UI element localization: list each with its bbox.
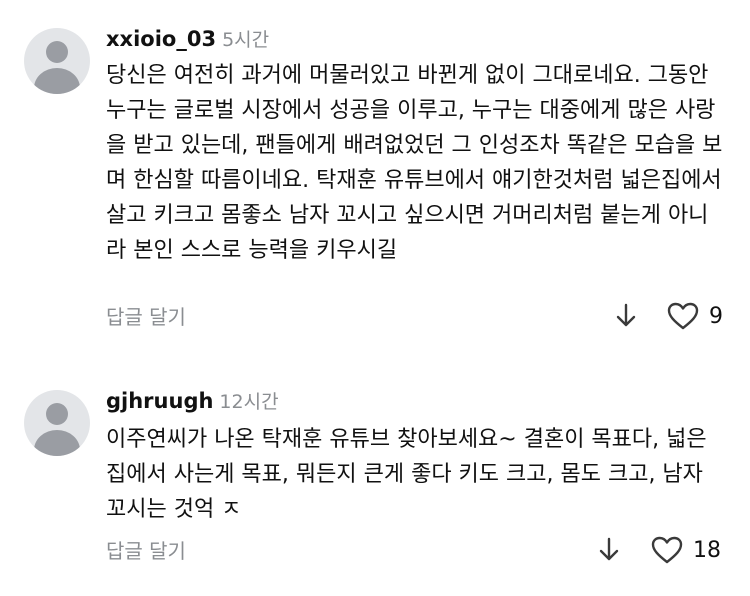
heart-icon[interactable] xyxy=(650,535,684,565)
comment-time: 5시간 xyxy=(222,29,270,51)
arrow-down-icon[interactable] xyxy=(613,301,639,331)
arrow-down-icon[interactable] xyxy=(596,535,622,565)
avatar-head xyxy=(46,403,68,425)
reply-button[interactable]: 답글 달기 xyxy=(106,536,186,566)
heart-icon[interactable] xyxy=(666,301,700,331)
reply-button[interactable]: 답글 달기 xyxy=(106,302,186,332)
comment-meta: gjhruugh 12시간 xyxy=(106,386,279,416)
avatar[interactable] xyxy=(24,390,90,456)
comment-item: gjhruugh 12시간 이주연씨가 나온 탁재훈 유튜브 찾아보세요~ 결혼이… xyxy=(0,360,750,596)
comment-text: 이주연씨가 나온 탁재훈 유튜브 찾아보세요~ 결혼이 목표다, 넓은집에서 사… xyxy=(106,427,707,522)
avatar-head xyxy=(46,41,68,63)
username[interactable]: gjhruugh xyxy=(106,389,213,413)
avatar[interactable] xyxy=(24,28,90,94)
comment-text: 당신은 여전히 과거에 머물러있고 바뀐게 없이 그대로네요. 그동안 누구는 … xyxy=(106,63,723,263)
avatar-body xyxy=(34,430,80,456)
username[interactable]: xxioio_03 xyxy=(106,27,216,51)
like-count: 9 xyxy=(709,304,723,329)
comment-meta: xxioio_03 5시간 xyxy=(106,24,269,54)
like-count: 18 xyxy=(693,538,721,563)
comment-item: xxioio_03 5시간 당신은 여전히 과거에 머물러있고 바뀐게 없이 그대… xyxy=(0,0,750,360)
comment-time: 12시간 xyxy=(219,391,279,413)
avatar-body xyxy=(34,68,80,94)
